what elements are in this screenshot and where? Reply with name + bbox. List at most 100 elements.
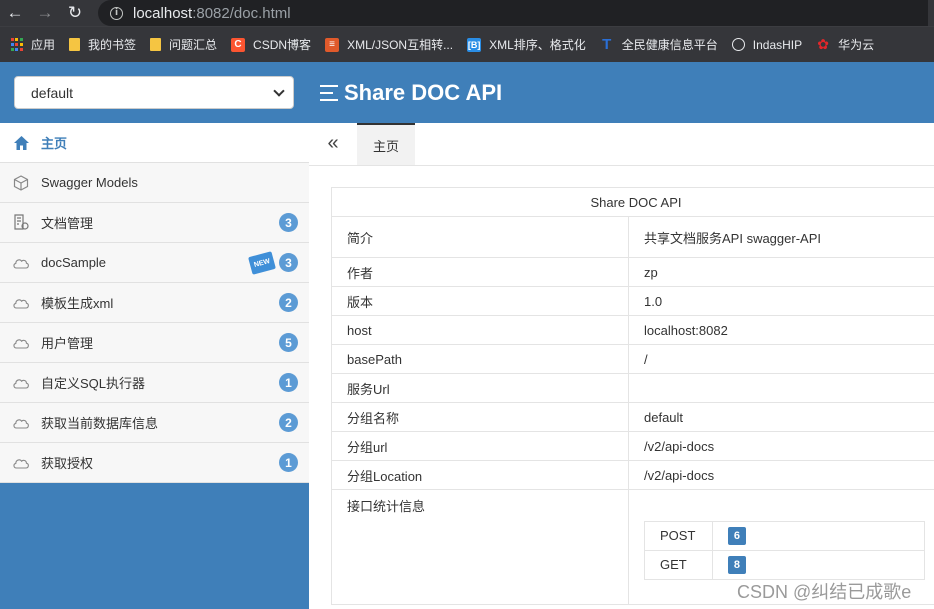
back-arrow-icon[interactable]: ← <box>0 0 30 26</box>
url-path: :8082/doc.html <box>192 4 291 22</box>
table-row: 简介 共享文档服务API swagger-API <box>331 216 934 258</box>
row-value: 1.0 <box>628 286 934 316</box>
group-select[interactable]: default <box>14 76 294 109</box>
bookmark-label: 华为云 <box>838 38 875 52</box>
table-row: host localhost:8082 <box>331 315 934 345</box>
method-name: POST <box>644 520 713 551</box>
method-count-cell: 6 <box>711 520 926 551</box>
method-count-badge: 8 <box>727 555 746 574</box>
cloud-api-icon <box>12 454 30 472</box>
row-value: zp <box>628 257 934 287</box>
converter-icon: ≡ <box>325 37 340 52</box>
cloud-api-icon <box>12 374 30 392</box>
bookmark-health[interactable]: T 全民健康信息平台 <box>600 36 718 53</box>
doc-settings-icon <box>12 214 30 232</box>
stats-label: 接口统计信息 <box>331 489 629 605</box>
row-value: /v2/api-docs <box>628 431 934 461</box>
bookmark-label: 问题汇总 <box>169 38 218 52</box>
row-value: localhost:8082 <box>628 315 934 345</box>
sidebar-item-label: Swagger Models <box>41 175 138 190</box>
table-row: 分组Location /v2/api-docs <box>331 460 934 490</box>
cube-icon <box>12 174 30 192</box>
method-count-badge: 6 <box>727 526 746 545</box>
bookmark-csdn[interactable]: C CSDN博客 <box>231 36 311 53</box>
bookmark-indaship[interactable]: IndasHIP <box>731 37 803 52</box>
row-key: 分组Location <box>331 460 629 490</box>
stats-method-row: POST 6 <box>644 520 926 551</box>
tab-bar: « 主页 <box>309 123 934 166</box>
cloud-api-icon <box>12 334 30 352</box>
main-content: « 主页 Share DOC API 简介 共享文档服务API swagger-… <box>309 123 934 609</box>
count-badge: 1 <box>279 453 298 472</box>
method-stats-table: POST 6 GET 8 <box>644 520 926 580</box>
sidebar-item-home[interactable]: 主页 <box>0 123 309 163</box>
row-key: 版本 <box>331 286 629 316</box>
sidebar-item-label: 主页 <box>41 136 68 151</box>
url-host: localhost <box>133 4 193 22</box>
table-row: 版本 1.0 <box>331 286 934 316</box>
bookmark-label: XML/JSON互相转... <box>347 38 454 52</box>
tab-home[interactable]: 主页 <box>357 123 415 165</box>
sidebar-item-sql-executor[interactable]: 自定义SQL执行器 1 <box>0 363 309 403</box>
table-row: basePath / <box>331 344 934 374</box>
address-bar[interactable]: i localhost:8082/doc.html <box>98 0 928 26</box>
bookmark-label: XML排序、格式化 <box>489 38 586 52</box>
bookmark-label: CSDN博客 <box>253 38 312 52</box>
group-select-value: default <box>31 84 74 101</box>
table-title-row: Share DOC API <box>331 187 934 217</box>
app-title: Share DOC API <box>344 79 503 105</box>
bookmarks-bar: 应用 我的书签 问题汇总 C CSDN博客 ≡ XML/JSON互相转... [… <box>0 26 934 62</box>
cloud-api-icon <box>12 294 30 312</box>
sidebar-item-user-management[interactable]: 用户管理 5 <box>0 323 309 363</box>
method-name: GET <box>644 549 713 580</box>
sidebar-item-authorization[interactable]: 获取授权 1 <box>0 443 309 483</box>
row-value: default <box>628 402 934 432</box>
bookmark-label: 全民健康信息平台 <box>621 38 718 52</box>
app-header: default Share DOC API <box>0 62 934 123</box>
bookmark-apps[interactable]: 应用 <box>10 36 55 53</box>
bookmark-converter[interactable]: ≡ XML/JSON互相转... <box>325 36 453 53</box>
health-icon: T <box>602 36 612 53</box>
apps-grid-icon <box>10 37 23 52</box>
table-row: 分组url /v2/api-docs <box>331 431 934 461</box>
count-badge: 1 <box>279 373 298 392</box>
table-title: Share DOC API <box>331 187 934 217</box>
sidebar-item-docsample[interactable]: docSample NEW 3 <box>0 243 309 283</box>
sidebar-item-doc-management[interactable]: 文档管理 3 <box>0 203 309 243</box>
count-badge: 5 <box>279 333 298 352</box>
site-info-icon[interactable]: i <box>110 6 123 20</box>
row-value: /v2/api-docs <box>628 460 934 490</box>
sidebar-item-label: 自定义SQL执行器 <box>41 376 146 391</box>
stats-method-row: GET 8 <box>644 549 926 580</box>
watermark: CSDN @纠结已成歌e <box>737 582 912 602</box>
sidebar: 主页 Swagger Models 文档管理 3 docSample NEW 3… <box>0 123 309 609</box>
reload-icon[interactable]: ↻ <box>60 0 90 26</box>
row-key: 简介 <box>331 216 629 258</box>
sidebar-item-db-info[interactable]: 获取当前数据库信息 2 <box>0 403 309 443</box>
table-row: 分组名称 default <box>331 402 934 432</box>
row-key: 分组url <box>331 431 629 461</box>
row-key: 分组名称 <box>331 402 629 432</box>
table-row: 服务Url <box>331 373 934 403</box>
sidebar-item-label: docSample <box>41 255 107 270</box>
globe-icon <box>731 38 745 51</box>
sidebar-item-template-xml[interactable]: 模板生成xml 2 <box>0 283 309 323</box>
bookmark-folder[interactable]: 我的书签 <box>69 36 136 53</box>
sidebar-item-label: 获取授权 <box>41 456 94 471</box>
folder-icon <box>150 38 162 51</box>
bracket-icon: [B] <box>467 37 482 52</box>
sidebar-item-swagger-models[interactable]: Swagger Models <box>0 163 309 203</box>
chevron-down-icon <box>273 84 285 97</box>
menu-icon[interactable] <box>320 84 338 101</box>
bookmark-xml-sort[interactable]: [B] XML排序、格式化 <box>467 36 586 53</box>
count-badge: 3 <box>279 213 298 232</box>
bookmark-huawei[interactable]: ✿ 华为云 <box>816 36 874 53</box>
collapse-sidebar-icon[interactable]: « <box>309 122 357 165</box>
bookmark-label: IndasHIP <box>752 37 803 52</box>
cloud-api-icon <box>12 254 30 272</box>
forward-arrow-icon[interactable]: → <box>30 0 60 26</box>
bookmark-label: 应用 <box>31 38 56 52</box>
count-badge: 3 <box>279 253 298 272</box>
row-key: basePath <box>331 344 629 374</box>
bookmark-folder[interactable]: 问题汇总 <box>150 36 217 53</box>
